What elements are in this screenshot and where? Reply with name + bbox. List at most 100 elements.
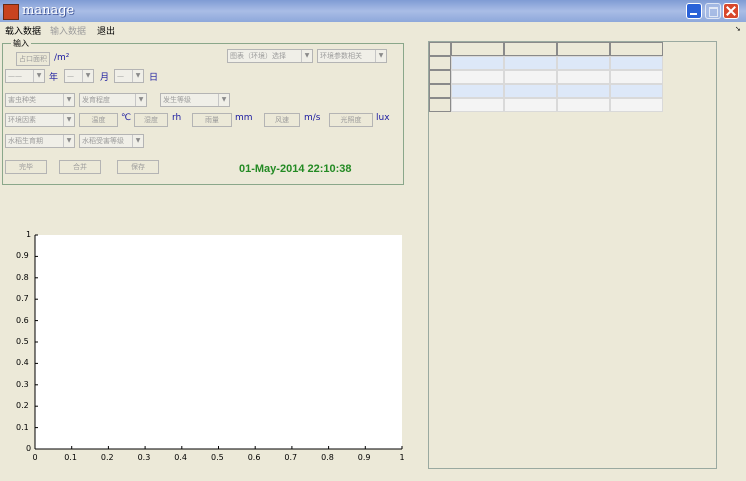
table-cell[interactable] [610,98,663,112]
damage-grade-select-value: 水稻受害等级 [82,137,124,145]
chart-env-select-value: 图表（环境）选择 [230,52,286,60]
table-cell[interactable] [451,98,504,112]
x-tick-label: 0.7 [284,453,298,462]
damage-level-select[interactable]: 发生等级 ▼ [160,93,230,107]
menu-load-data[interactable]: 载入数据 [5,24,41,37]
chevron-down-icon: ▼ [63,135,74,147]
area-button[interactable]: 占口面积 [16,52,50,66]
title-bar: manage [0,0,746,22]
chevron-down-icon: ▼ [132,70,143,82]
y-tick-label: 0.7 [16,294,29,304]
plot-svg [34,234,403,450]
pest-type-select-value: 害虫种类 [8,96,36,104]
y-tick-label: 1 [26,230,32,239]
table-column-header[interactable] [610,42,663,56]
wind-speed-button[interactable]: 风速 [264,113,300,127]
month-select[interactable]: — ▼ [64,69,94,83]
table-corner-header[interactable] [429,42,451,56]
light-button[interactable]: 光照度 [329,113,373,127]
x-tick-label: 0 [32,453,38,462]
month-select-value: — [67,72,74,80]
table-row-header[interactable] [429,56,451,70]
table-row-header[interactable] [429,98,451,112]
menu-exit[interactable]: 退出 [97,24,115,37]
year-select[interactable]: —— ▼ [5,69,45,83]
save-button[interactable]: 保存 [117,160,159,174]
env-param-select-value: 环境参数相关 [320,52,362,60]
year-select-value: —— [8,72,22,80]
chevron-down-icon: ▼ [375,50,386,62]
table-cell[interactable] [557,56,610,70]
severity-select[interactable]: 发育程度 ▼ [79,93,147,107]
table-column-header[interactable] [557,42,610,56]
x-tick-label: 0.3 [137,453,151,462]
year-label: 年 [49,73,59,83]
chevron-down-icon: ▼ [82,70,93,82]
menu-bar: 载入数据 输入数据 退出 [0,22,746,37]
table-column-header[interactable] [504,42,557,56]
chevron-down-icon: ▼ [132,135,143,147]
y-tick-label: 0.2 [16,401,29,411]
temperature-button[interactable]: 温度 [79,113,118,127]
table-cell[interactable] [451,70,504,84]
table-cell[interactable] [504,70,557,84]
table-cell[interactable] [610,56,663,70]
humidity-button[interactable]: 湿度 [134,113,168,127]
table-cell[interactable] [557,70,610,84]
table-cell[interactable] [504,56,557,70]
day-label: 日 [149,73,159,83]
close-button[interactable] [723,3,739,19]
datetime-display: 01-May-2014 22:10:38 [239,163,352,175]
finish-button[interactable]: 完毕 [5,160,47,174]
panel-legend: 输入 [11,38,31,49]
merge-button[interactable]: 合并 [59,160,101,174]
damage-level-select-value: 发生等级 [163,96,191,104]
chevron-down-icon: ▼ [135,94,146,106]
x-tick-label: 0.4 [174,453,188,462]
window-title: manage [22,3,75,18]
status-line [0,472,746,481]
toolbar-arrow-icon[interactable]: ➘ [735,25,741,33]
plot-axes[interactable]: 0 0.1 0.2 0.3 0.4 0.5 0.6 0.7 0.8 0.9 1 0 0.1 0.2 0.3 0… [0,226,420,466]
light-unit: lux [376,113,390,123]
matlab-icon [3,4,19,20]
severity-select-value: 发育程度 [82,96,110,104]
pest-type-select[interactable]: 害虫种类 ▼ [5,93,75,107]
maximize-button [705,3,721,19]
day-select[interactable]: — ▼ [114,69,144,83]
table-cell[interactable] [557,84,610,98]
y-tick-label: 0.4 [16,358,29,368]
env-param-select[interactable]: 环境参数相关 ▼ [317,49,387,63]
minimize-button[interactable] [686,3,702,19]
damage-grade-select[interactable]: 水稻受害等级 ▼ [79,134,144,148]
y-tick-label: 0.1 [16,422,29,432]
table-cell[interactable] [610,70,663,84]
env-factor-select[interactable]: 环境因素 ▼ [5,113,75,127]
table-cell[interactable] [504,84,557,98]
y-tick-label: 0.6 [16,315,29,325]
table-column-header[interactable] [451,42,504,56]
table-cell[interactable] [504,98,557,112]
table-row-header[interactable] [429,84,451,98]
chart-env-select[interactable]: 图表（环境）选择 ▼ [227,49,313,63]
chevron-down-icon: ▼ [63,94,74,106]
wind-speed-unit: m/s [304,113,321,123]
table-cell[interactable] [451,56,504,70]
y-tick-label: 0 [26,444,32,453]
x-tick-label: 0.8 [321,453,334,462]
table-cell[interactable] [451,84,504,98]
rainfall-button[interactable]: 雨量 [192,113,232,127]
table-cell[interactable] [610,84,663,98]
x-tick-label: 0.6 [247,453,261,462]
table-cell[interactable] [557,98,610,112]
plot-area [35,235,402,449]
menu-input-data[interactable]: 输入数据 [50,24,86,37]
growth-stage-select[interactable]: 水稻生育期 ▼ [5,134,75,148]
env-factor-select-value: 环境因素 [8,116,36,124]
x-tick-label: 0.9 [357,453,371,462]
y-tick-label: 0.5 [16,337,29,346]
x-tick-label: 0.5 [211,453,224,462]
table-row-header[interactable] [429,70,451,84]
day-select-value: — [117,72,124,80]
chevron-down-icon: ▼ [218,94,229,106]
